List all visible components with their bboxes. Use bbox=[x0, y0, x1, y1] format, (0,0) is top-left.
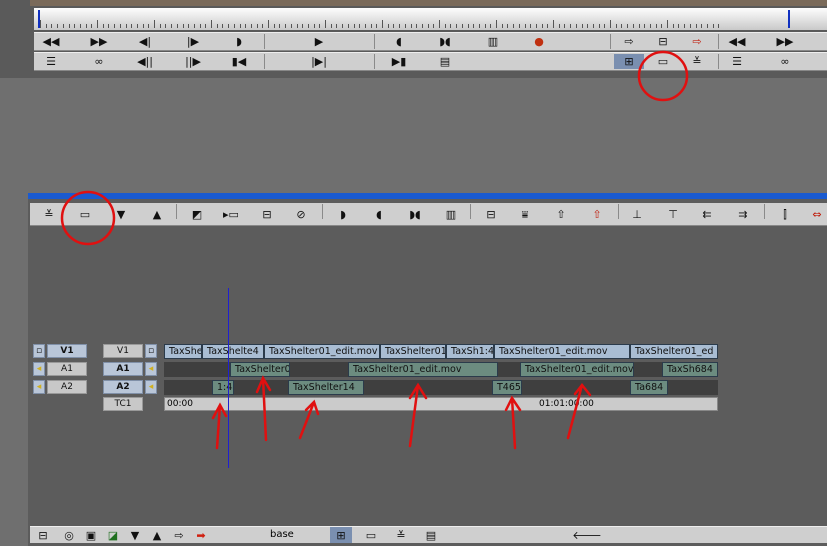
annotation-arrow bbox=[408, 382, 428, 448]
annotation-arrow bbox=[298, 399, 320, 440]
annotation-circle bbox=[60, 190, 116, 246]
annotation-arrow bbox=[255, 375, 272, 442]
annotation-overlay bbox=[60, 50, 689, 450]
annotation-arrow bbox=[211, 402, 228, 450]
annotation-circle bbox=[637, 50, 689, 102]
annotation-arrow bbox=[566, 382, 592, 440]
annotation-arrow bbox=[504, 395, 522, 450]
